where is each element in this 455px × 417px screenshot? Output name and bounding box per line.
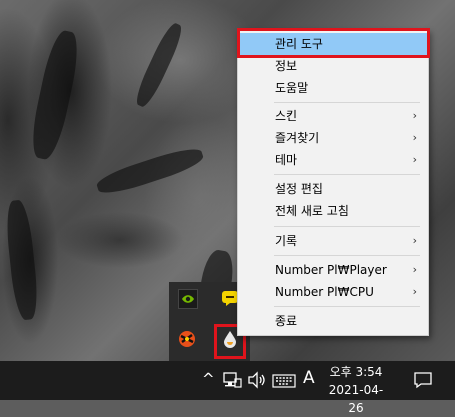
- menu-item-log[interactable]: 기록 ›: [239, 230, 427, 252]
- menu-item-theme[interactable]: 테마 ›: [239, 149, 427, 171]
- nvidia-icon[interactable]: [178, 289, 198, 309]
- menu-item-help[interactable]: 도움말: [239, 77, 427, 99]
- clock-date: 2021-04-26: [328, 383, 384, 415]
- menu-item-favorites[interactable]: 즐겨찾기 ›: [239, 127, 427, 149]
- menu-item-highlight-box: [237, 28, 430, 58]
- menu-item-info[interactable]: 정보: [239, 55, 427, 77]
- rock-crevice: [94, 143, 206, 199]
- show-hidden-icons-chevron[interactable]: ^: [202, 370, 215, 388]
- menu-item-number-player[interactable]: Number Pl₩Player ›: [239, 259, 427, 281]
- menu-item-edit-settings[interactable]: 설정 편집: [239, 178, 427, 200]
- rock-crevice: [3, 199, 41, 321]
- menu-separator: [274, 306, 420, 307]
- chevron-right-icon: ›: [412, 263, 417, 276]
- chevron-right-icon: ›: [412, 131, 417, 144]
- clock-time: 오후 3:54: [329, 365, 383, 379]
- menu-separator: [274, 102, 420, 103]
- colorful-app-icon[interactable]: [178, 330, 196, 348]
- menu-separator: [274, 174, 420, 175]
- context-menu: 관리 도구 정보 도움말 스킨 › 즐겨찾기 › 테마 › 설정 편집 전체 새로 고…: [237, 29, 429, 336]
- rock-crevice: [26, 28, 84, 162]
- chevron-right-icon: ›: [412, 153, 417, 166]
- chevron-right-icon: ›: [412, 109, 417, 122]
- rock-crevice: [131, 20, 187, 110]
- menu-item-skin[interactable]: 스킨 ›: [239, 105, 427, 127]
- menu-item-exit[interactable]: 종료: [239, 310, 427, 332]
- chevron-right-icon: ›: [412, 285, 417, 298]
- taskbar-clock[interactable]: 오후 3:54 2021-04-26: [326, 363, 386, 417]
- input-method-indicator[interactable]: A: [303, 368, 315, 388]
- network-icon[interactable]: [222, 371, 242, 393]
- chevron-right-icon: ›: [412, 234, 417, 247]
- touch-keyboard-icon[interactable]: [272, 373, 296, 392]
- menu-separator: [274, 255, 420, 256]
- volume-icon[interactable]: [247, 371, 267, 393]
- action-center-icon[interactable]: [413, 371, 433, 393]
- menu-item-refresh-all[interactable]: 전체 새로 고침: [239, 200, 427, 222]
- taskbar: ^ A 오후 3:54 2021-04-26: [0, 361, 455, 415]
- menu-item-number-cpu[interactable]: Number Pl₩CPU ›: [239, 281, 427, 303]
- menu-separator: [274, 226, 420, 227]
